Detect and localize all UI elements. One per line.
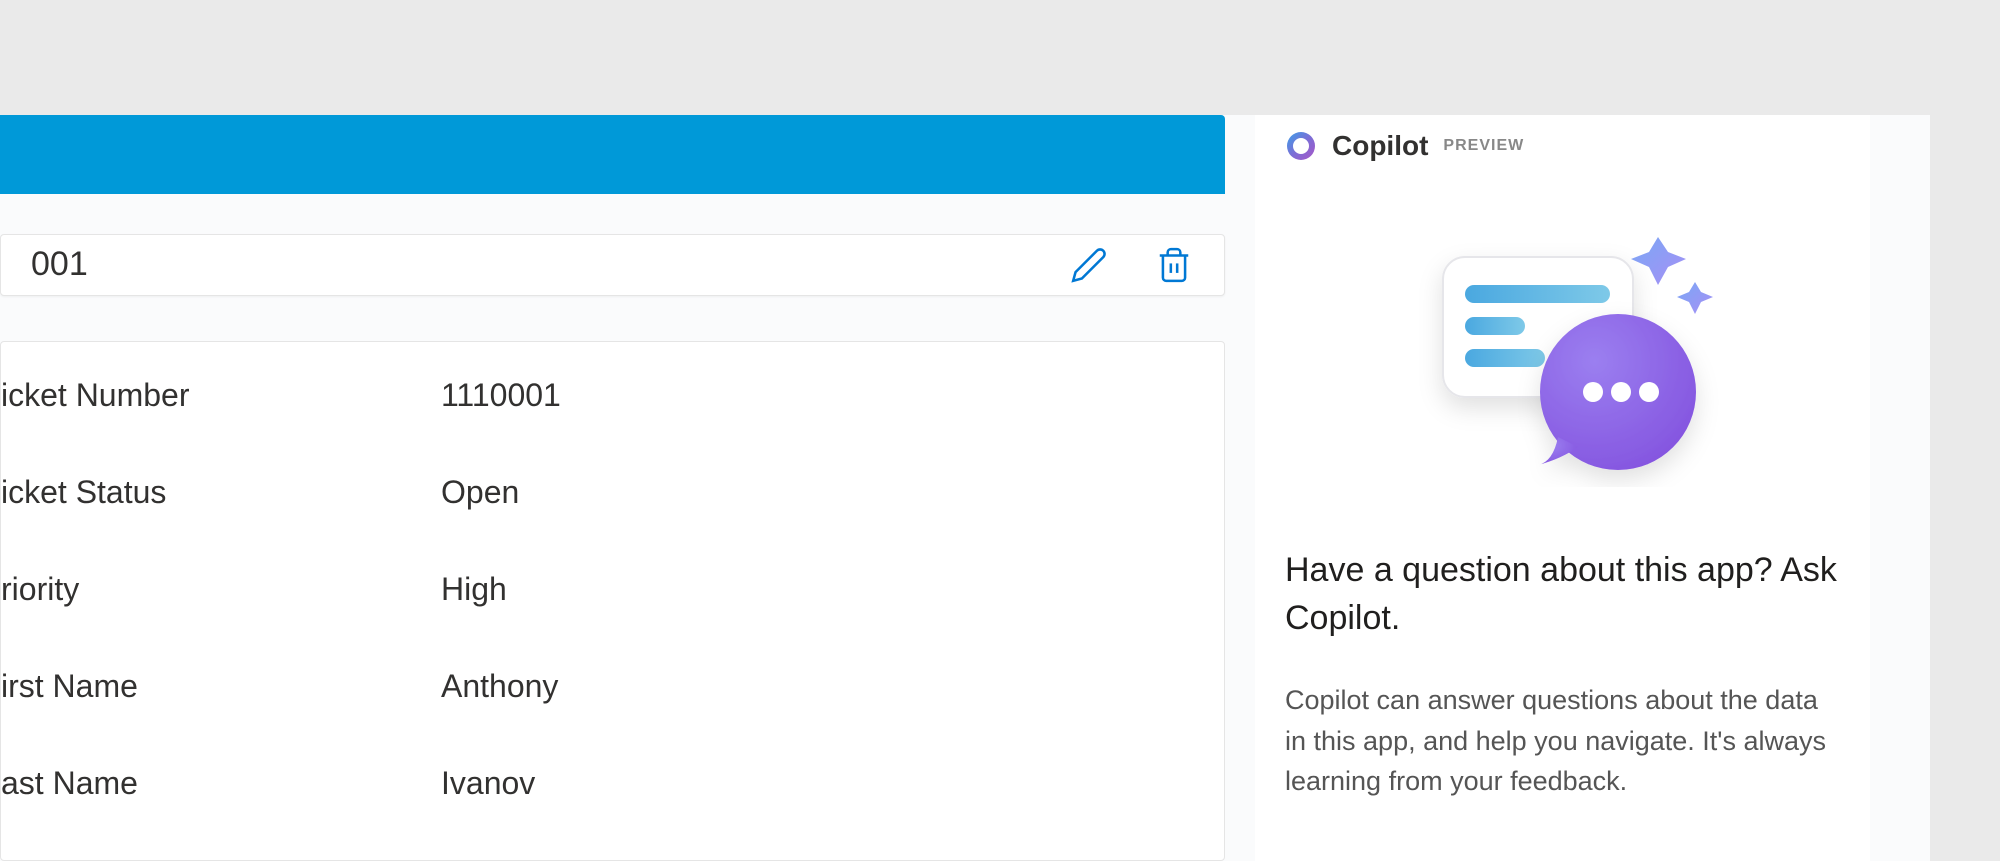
field-value-priority: High xyxy=(441,571,507,608)
field-label-last-name: ast Name xyxy=(1,765,441,802)
copilot-logo-icon xyxy=(1285,130,1317,162)
pencil-icon xyxy=(1070,246,1108,284)
detail-row: irst Name Anthony xyxy=(1,668,1224,705)
field-label-first-name: irst Name xyxy=(1,668,441,705)
header-bar xyxy=(0,115,1225,194)
field-label-priority: riority xyxy=(1,571,441,608)
edit-button[interactable] xyxy=(1069,245,1109,285)
detail-row: riority High xyxy=(1,571,1224,608)
title-actions xyxy=(1069,245,1194,285)
detail-row: icket Number 1110001 xyxy=(1,377,1224,414)
delete-button[interactable] xyxy=(1154,245,1194,285)
field-value-ticket-status: Open xyxy=(441,474,519,511)
detail-row: icket Status Open xyxy=(1,474,1224,511)
field-label-ticket-status: icket Status xyxy=(1,474,441,511)
copilot-heading: Have a question about this app? Ask Copi… xyxy=(1285,547,1840,642)
trash-icon xyxy=(1155,244,1193,286)
field-value-last-name: Ivanov xyxy=(441,765,535,802)
copilot-title: Copilot xyxy=(1332,130,1428,162)
copilot-description: Copilot can answer questions about the d… xyxy=(1285,680,1840,802)
record-title: 001 xyxy=(31,245,88,284)
field-value-first-name: Anthony xyxy=(441,668,558,705)
copilot-preview-badge: PREVIEW xyxy=(1443,137,1524,155)
detail-card: icket Number 1110001 icket Status Open r… xyxy=(0,341,1225,861)
field-label-ticket-number: icket Number xyxy=(1,377,441,414)
field-value-ticket-number: 1110001 xyxy=(441,377,561,414)
content-area: 001 icket Numbe xyxy=(0,115,1225,861)
copilot-hero-icon xyxy=(1403,197,1723,487)
copilot-graphic xyxy=(1285,197,1840,487)
detail-row: ast Name Ivanov xyxy=(1,765,1224,802)
record-title-bar: 001 xyxy=(0,234,1225,296)
copilot-panel: Copilot PREVIEW xyxy=(1255,115,1870,861)
copilot-header: Copilot PREVIEW xyxy=(1285,130,1840,162)
main-container: 001 icket Numbe xyxy=(0,115,1930,861)
